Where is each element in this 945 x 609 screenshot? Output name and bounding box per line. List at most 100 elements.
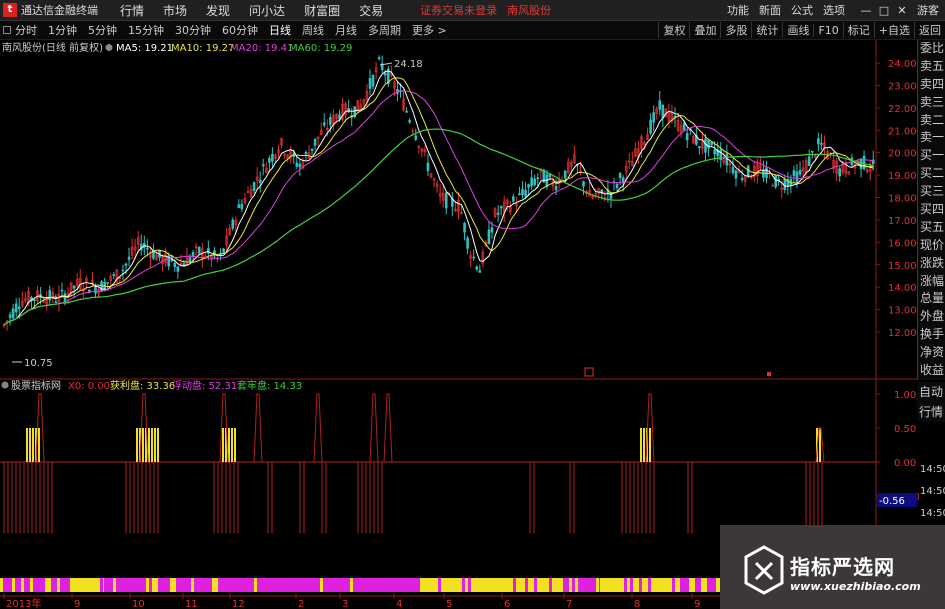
menu-item-wealth[interactable]: 财富圈 xyxy=(304,2,340,19)
side-panel-item[interactable]: 卖一 xyxy=(918,129,945,147)
period-multi[interactable]: 多周期 xyxy=(368,22,401,38)
period-60min[interactable]: 60分钟 xyxy=(222,22,258,38)
button-back[interactable]: 返回 xyxy=(914,22,945,38)
menu-options[interactable]: 选项 xyxy=(823,2,845,18)
strip-segment xyxy=(672,578,675,592)
strip-segment xyxy=(707,578,710,592)
strip-segment xyxy=(281,578,284,592)
button-add-watchlist[interactable]: +自选 xyxy=(873,22,914,38)
button-f10[interactable]: F10 xyxy=(813,23,842,37)
menu-item-market[interactable]: 市场 xyxy=(163,2,187,19)
strip-segment xyxy=(179,578,182,592)
candle-body xyxy=(774,174,777,188)
candle-body xyxy=(197,246,201,254)
menu-item-ask[interactable]: 问小达 xyxy=(249,2,285,19)
strip-segment xyxy=(140,578,143,592)
side-panel-item[interactable]: 现价 xyxy=(918,237,945,255)
period-monthly[interactable]: 月线 xyxy=(335,22,357,38)
strip-segment xyxy=(257,578,260,592)
strip-segment xyxy=(716,578,719,592)
quote-side-panel: 委比 卖五 卖四 卖三 卖二 卖一 买一 买二 买三 买四 买五 现价 涨跌 涨幅 总量 外盘 换手 净资 收益 xyxy=(917,40,945,380)
strip-segment xyxy=(389,578,392,592)
menu-function[interactable]: 功能 xyxy=(727,2,749,18)
side-panel-item[interactable]: 净资 xyxy=(918,344,945,362)
side-panel-item[interactable]: 卖四 xyxy=(918,76,945,94)
guest-label[interactable]: 游客 xyxy=(917,2,939,18)
strip-segment xyxy=(701,578,704,592)
side-panel-item[interactable]: 买四 xyxy=(918,201,945,219)
minimize-icon[interactable]: — xyxy=(859,4,873,17)
period-intraday[interactable]: 分时 xyxy=(15,22,37,38)
menu-new-page[interactable]: 新面 xyxy=(759,2,781,18)
period-weekly[interactable]: 周线 xyxy=(302,22,324,38)
period-1min[interactable]: 1分钟 xyxy=(48,22,77,38)
strip-segment xyxy=(347,578,350,592)
strip-segment xyxy=(519,578,522,592)
button-multi-stock[interactable]: 多股 xyxy=(720,22,751,38)
strip-segment xyxy=(590,578,593,592)
strip-segment xyxy=(695,578,698,592)
side-panel-item[interactable]: 涨幅 xyxy=(918,273,945,291)
strip-segment xyxy=(128,578,131,592)
button-stats[interactable]: 统计 xyxy=(751,22,782,38)
candle-body xyxy=(554,186,558,191)
event-marker xyxy=(767,372,771,376)
side-panel-item[interactable]: 收益 xyxy=(918,362,945,380)
strip-segment xyxy=(359,578,362,592)
toolbar-checkbox[interactable] xyxy=(3,26,11,34)
button-draw[interactable]: 画线 xyxy=(782,22,813,38)
candlesticks xyxy=(2,55,875,331)
side-panel-item[interactable]: 买五 xyxy=(918,219,945,237)
strip-segment xyxy=(456,578,459,592)
side-panel-item[interactable]: 换手 xyxy=(918,326,945,344)
menu-item-trade[interactable]: 交易 xyxy=(359,2,383,19)
menu-item-discover[interactable]: 发现 xyxy=(206,2,230,19)
chart-title: 南风股份(日线 前复权) xyxy=(2,41,103,54)
side-panel-item[interactable]: 外盘 xyxy=(918,308,945,326)
side-panel-item[interactable]: 卖二 xyxy=(918,112,945,130)
candle-body xyxy=(60,289,64,292)
period-daily[interactable]: 日线 xyxy=(269,22,291,38)
event-marker xyxy=(584,367,594,377)
menu-item-quotes[interactable]: 行情 xyxy=(120,2,144,19)
period-5min[interactable]: 5分钟 xyxy=(88,22,117,38)
kline-chart[interactable]: 24.0023.0022.0021.0020.0019.0018.0017.00… xyxy=(0,40,945,609)
login-notice[interactable]: 证券交易未登录 xyxy=(420,2,497,18)
button-overlay[interactable]: 叠加 xyxy=(689,22,720,38)
candle-body xyxy=(121,269,125,272)
strip-segment xyxy=(663,578,666,592)
strip-segment xyxy=(686,578,689,592)
close-icon[interactable]: ✕ xyxy=(895,4,909,17)
candle-body xyxy=(8,314,12,318)
side-panel-item[interactable]: 卖三 xyxy=(918,94,945,112)
button-mark[interactable]: 标记 xyxy=(842,22,874,38)
candle-body xyxy=(371,75,375,87)
menu-formula[interactable]: 公式 xyxy=(791,2,813,18)
candle-body xyxy=(414,135,418,140)
period-15min[interactable]: 15分钟 xyxy=(128,22,164,38)
side-panel-item[interactable]: 买一 xyxy=(918,147,945,165)
strip-segment xyxy=(82,578,85,592)
side-panel-item[interactable]: 委比 xyxy=(918,40,945,58)
strip-segment xyxy=(290,578,293,592)
gear-icon[interactable] xyxy=(105,44,113,51)
side-panel-item[interactable]: 涨跌 xyxy=(918,255,945,273)
gear-icon-indicator[interactable] xyxy=(1,381,9,389)
period-more[interactable]: 更多 > xyxy=(412,22,447,38)
side-panel-lower-item[interactable]: 自动 xyxy=(917,382,945,402)
side-panel-item[interactable]: 总量 xyxy=(918,290,945,308)
strip-segment xyxy=(299,578,302,592)
button-adjust[interactable]: 复权 xyxy=(658,22,689,38)
side-panel-item[interactable]: 卖五 xyxy=(918,58,945,76)
strip-segment xyxy=(260,578,263,592)
period-30min[interactable]: 30分钟 xyxy=(175,22,211,38)
strip-segment xyxy=(60,578,63,592)
side-panel-lower-item[interactable]: 行情 xyxy=(917,402,945,422)
indicator-trapped: 套牢盘: 14.33 xyxy=(237,379,302,392)
side-panel-item[interactable]: 买三 xyxy=(918,183,945,201)
maximize-icon[interactable]: □ xyxy=(877,4,891,17)
time-tick-label: 5 xyxy=(446,599,452,609)
side-panel-item[interactable]: 买二 xyxy=(918,165,945,183)
strip-segment xyxy=(534,578,537,592)
strip-segment xyxy=(398,578,401,592)
